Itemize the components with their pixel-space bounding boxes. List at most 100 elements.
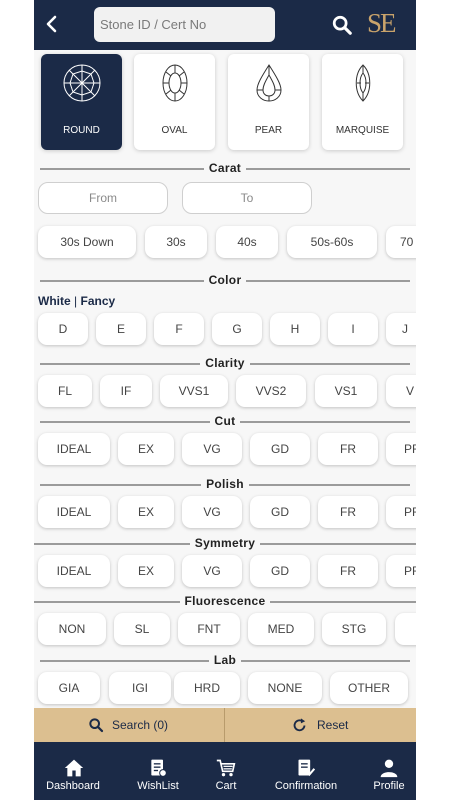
wishlist-icon <box>151 759 167 777</box>
nav-label: Cart <box>215 780 237 792</box>
color-mode-toggle[interactable]: White | Fancy <box>38 294 115 308</box>
polish-section-title: Polish <box>34 477 416 491</box>
clarity-chip[interactable]: VVS1 <box>160 375 228 407</box>
cut-section-title: Cut <box>34 414 416 428</box>
cart-icon <box>216 759 236 777</box>
symmetry-section-title: Symmetry <box>34 536 416 550</box>
cut-chip[interactable]: PR <box>386 433 416 465</box>
lab-chip[interactable]: NONE <box>248 672 322 704</box>
stone-id-search-input[interactable] <box>94 7 275 42</box>
carat-chip[interactable]: 40s <box>216 226 278 258</box>
nav-label: Confirmation <box>274 780 338 792</box>
color-chip[interactable]: H <box>270 313 320 345</box>
shape-round[interactable]: ROUND <box>41 54 122 150</box>
lab-chip[interactable]: IGI <box>109 672 171 704</box>
polish-chip[interactable]: IDEAL <box>38 496 110 528</box>
polish-chip[interactable]: VG <box>182 496 242 528</box>
symmetry-chip[interactable]: PR <box>386 555 416 587</box>
symmetry-chip[interactable]: GD <box>250 555 310 587</box>
section-title: Lab <box>208 653 242 667</box>
round-diamond-icon <box>63 64 101 102</box>
section-title: Polish <box>201 477 249 491</box>
section-title: Symmetry <box>189 536 261 550</box>
color-chip[interactable]: D <box>38 313 88 345</box>
fluorescence-chip[interactable]: FNT <box>178 613 240 645</box>
back-arrow-icon[interactable] <box>40 12 64 36</box>
carat-chip[interactable]: 50s-60s <box>287 226 377 258</box>
clarity-chip[interactable]: FL <box>38 375 92 407</box>
search-button[interactable]: Search (0) <box>34 708 224 742</box>
color-chip[interactable]: F <box>154 313 204 345</box>
shape-label: OVAL <box>161 125 188 136</box>
carat-from-input[interactable] <box>38 182 168 214</box>
search-icon[interactable] <box>331 14 353 36</box>
clarity-section-title: Clarity <box>34 356 416 370</box>
symmetry-chip[interactable]: FR <box>318 555 378 587</box>
cut-chip[interactable]: FR <box>318 433 378 465</box>
shape-oval[interactable]: OVAL <box>134 54 215 150</box>
nav-cart[interactable]: Cart <box>206 742 246 800</box>
reset-icon <box>293 718 306 732</box>
fluorescence-chip[interactable]: STG <box>322 613 386 645</box>
search-button-label: Search (0) <box>112 718 169 732</box>
clarity-chip[interactable]: VVS2 <box>236 375 306 407</box>
nav-confirmation[interactable]: Confirmation <box>266 742 346 800</box>
home-icon <box>64 759 84 777</box>
fluorescence-chip[interactable] <box>395 613 416 645</box>
carat-chip[interactable]: 30s Down <box>38 226 136 258</box>
color-mode-fancy[interactable]: Fancy <box>80 294 115 308</box>
symmetry-chip[interactable]: EX <box>118 555 174 587</box>
polish-chip[interactable]: PR <box>386 496 416 528</box>
cut-chip[interactable]: GD <box>250 433 310 465</box>
fluorescence-chip[interactable]: SL <box>114 613 170 645</box>
nav-profile[interactable]: Profile <box>366 742 412 800</box>
color-mode-separator: | <box>74 294 78 308</box>
marquise-diamond-icon <box>355 64 371 102</box>
confirmation-icon <box>298 759 316 777</box>
section-title: Color <box>203 273 247 287</box>
lab-chip[interactable]: OTHER <box>330 672 408 704</box>
cut-chip[interactable]: EX <box>118 433 174 465</box>
section-title: Carat <box>203 161 247 175</box>
polish-chip[interactable]: GD <box>250 496 310 528</box>
pear-diamond-icon <box>256 64 282 102</box>
nav-wishlist[interactable]: WishList <box>126 742 190 800</box>
search-icon <box>89 718 104 733</box>
shape-pear[interactable]: PEAR <box>228 54 309 150</box>
carat-chip[interactable]: 30s <box>145 226 207 258</box>
shape-marquise[interactable]: MARQUISE <box>322 54 403 150</box>
fluorescence-chip[interactable]: MED <box>248 613 314 645</box>
color-mode-white[interactable]: White <box>38 294 71 308</box>
color-chip[interactable]: J <box>386 313 416 345</box>
color-chip[interactable]: G <box>212 313 262 345</box>
symmetry-chip[interactable]: VG <box>182 555 242 587</box>
polish-chip[interactable]: EX <box>118 496 174 528</box>
profile-icon <box>380 759 398 778</box>
lab-chip[interactable]: HRD <box>174 672 240 704</box>
cut-chip[interactable]: IDEAL <box>38 433 110 465</box>
polish-chip[interactable]: FR <box>318 496 378 528</box>
cut-chip[interactable]: VG <box>182 433 242 465</box>
nav-label: Profile <box>373 780 405 792</box>
lab-section-title: Lab <box>34 653 416 667</box>
shape-label: MARQUISE <box>335 125 390 136</box>
reset-button[interactable]: Reset <box>225 708 416 742</box>
color-section-title: Color <box>34 273 416 287</box>
section-title: Cut <box>209 414 241 428</box>
nav-dashboard[interactable]: Dashboard <box>38 742 108 800</box>
fluorescence-chip[interactable]: NON <box>38 613 106 645</box>
clarity-chip[interactable]: IF <box>100 375 152 407</box>
shape-selector: ROUND OVAL PEAR MARQUISE <box>34 50 416 160</box>
lab-chip[interactable]: GIA <box>38 672 100 704</box>
carat-to-input[interactable] <box>182 182 312 214</box>
color-chip[interactable]: E <box>96 313 146 345</box>
carat-section-title: Carat <box>34 161 416 175</box>
action-bar: Search (0) Reset <box>34 708 416 742</box>
search-screen: SE ROUND <box>34 0 416 800</box>
carat-chip[interactable]: 70 <box>386 226 416 258</box>
section-title: Clarity <box>200 356 250 370</box>
color-chip[interactable]: I <box>328 313 378 345</box>
clarity-chip[interactable]: V <box>386 375 416 407</box>
symmetry-chip[interactable]: IDEAL <box>38 555 110 587</box>
clarity-chip[interactable]: VS1 <box>315 375 377 407</box>
